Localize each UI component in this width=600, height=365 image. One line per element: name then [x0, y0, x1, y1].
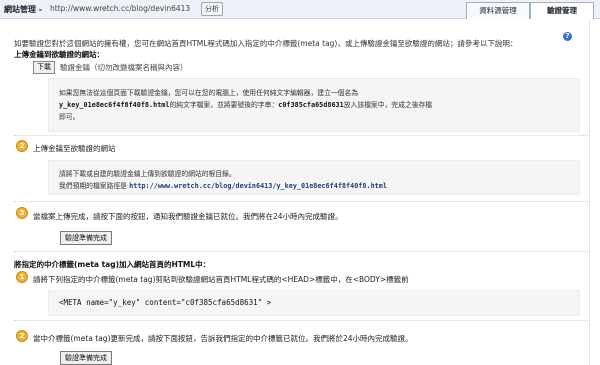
instruction-line: 如果您無法從這個頁面下載驗證金鑰，您可以在您的電腦上，使用任何純文字編輯器，建立…	[59, 89, 359, 97]
manual-key-instructions: 如果您無法從這個頁面下載驗證金鑰，您可以在您的電腦上，使用任何純文字編輯器，建立…	[48, 78, 580, 132]
download-key-label: 驗證金鑰（切勿改變檔案名稱與內容）	[60, 63, 188, 72]
key-string: c0f385cfa65d8631	[278, 101, 344, 109]
key-ready-button[interactable]: 驗證準備完成	[60, 231, 112, 245]
divider	[14, 201, 590, 202]
key-filename: y_key_01e8ec6f4f8f40f8.html	[59, 101, 170, 109]
tab-verification[interactable]: 驗證管理	[530, 2, 594, 19]
instruction-line: y_key_01e8ec6f4f8f40f8.html的純文字檔案，並將要號後的…	[59, 101, 433, 109]
divider	[14, 135, 590, 136]
step-badge-2: 2	[16, 140, 28, 152]
intro-text: 如要驗證您對於這個網站的擁有權，您可在網站首頁HTML程式碼加入指定的中介標籤(…	[14, 39, 518, 48]
meta-tag-code[interactable]: <META name="y_key" content="c0f385cfa65d…	[59, 298, 271, 307]
upload-instruction: 請將下載或自建的驗證金鑰上傳到欲驗證的網站的根目錄。	[59, 170, 236, 178]
meta-tag-box: <META name="y_key" content="c0f385cfa65d…	[48, 290, 580, 316]
step-badge-2: 2	[16, 330, 28, 342]
expected-path-line: 我們預期的檔案路徑是 http://www.wretch.cc/blog/dev…	[59, 182, 387, 190]
tab-data-source[interactable]: 資料源管理	[466, 2, 530, 19]
step-badge-1: 1	[16, 271, 28, 283]
meta-step-text: 請將下列指定的中介標籤(meta tag)剪貼到欲驗證網站首頁HTML程式碼的<…	[33, 275, 409, 284]
step-badge-3: 3	[16, 207, 28, 219]
notify-step-text: 當檔案上傳完成，請按下面的按鈕，通知我們驗證金鑰已就位。我們將在24小時內完成驗…	[33, 212, 343, 221]
instruction-line: 即可。	[59, 113, 80, 121]
upload-path-box: 請將下載或自建的驗證金鑰上傳到欲驗證的網站的根目錄。 我們預期的檔案路徑是 ht…	[48, 160, 580, 195]
section-heading-upload-key: 上傳金鑰到欲驗證的網站：	[14, 50, 104, 59]
page-title: 網站管理 -	[4, 5, 43, 14]
download-key-button[interactable]: 下載	[33, 61, 55, 74]
header-bar: 網站管理 - http://www.wretch.cc/blog/devin64…	[0, 0, 600, 19]
section-heading-meta-tag: 將指定的中介標籤(meta tag)加入網站首頁的HTML中：	[14, 260, 211, 269]
divider	[14, 320, 590, 321]
help-icon[interactable]: ?	[563, 32, 572, 41]
site-url: http://www.wretch.cc/blog/devin6413	[50, 4, 191, 13]
content-border	[589, 20, 590, 365]
meta-updated-step-text: 當中介標籤(meta tag)更新完成，請按下面按鈕，告訴我們指定的中介標籤已就…	[33, 334, 413, 343]
expected-path-url: http://www.wretch.cc/blog/devin6413/y_ke…	[129, 182, 387, 190]
upload-step-text: 上傳金鑰至欲驗證的網站	[33, 144, 116, 153]
analyze-button[interactable]: 分析	[201, 2, 223, 16]
meta-ready-button[interactable]: 驗證準備完成	[60, 351, 112, 365]
divider	[14, 251, 590, 252]
